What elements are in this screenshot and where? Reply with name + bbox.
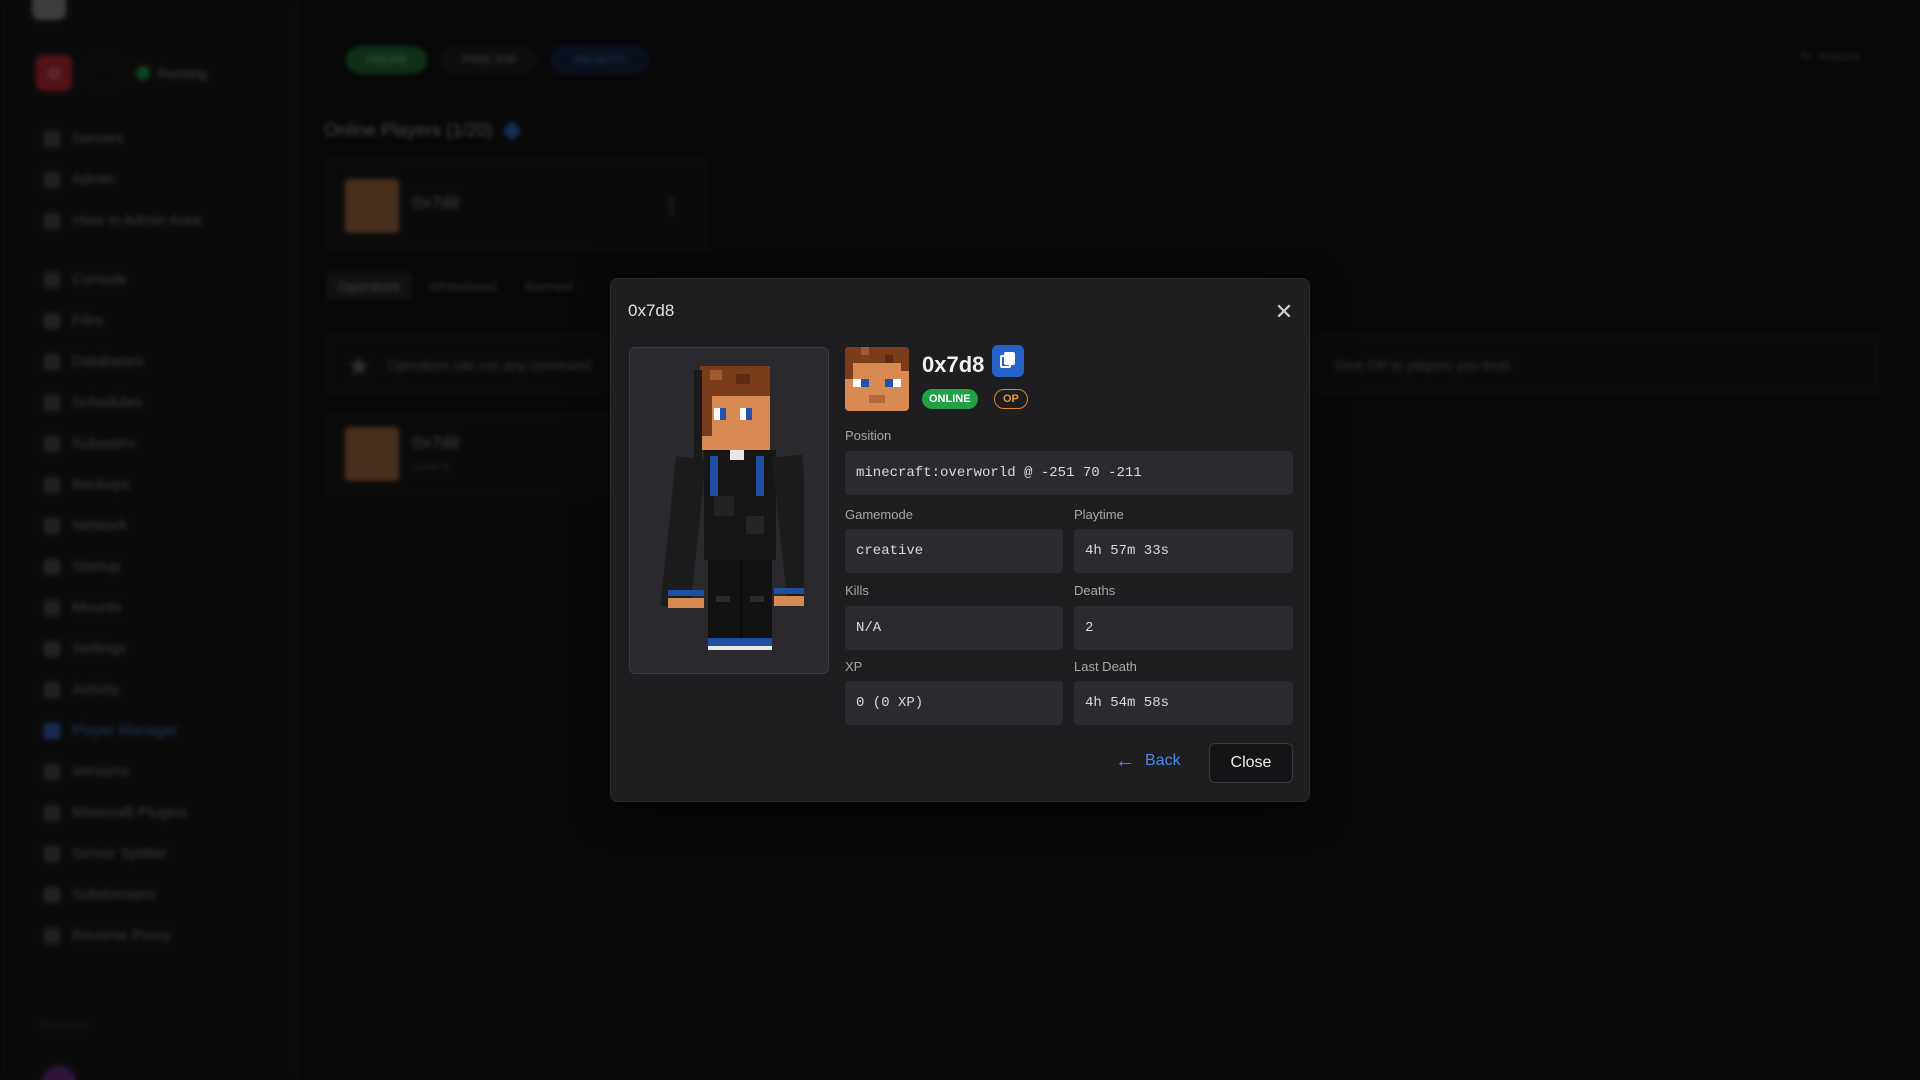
- dialog-title: 0x7d8: [628, 301, 675, 320]
- arrow-left-icon: ←: [1115, 750, 1135, 772]
- player-skin-render: [660, 366, 804, 650]
- close-icon[interactable]: ✕: [1273, 301, 1295, 323]
- gamemode-label: Gamemode: [845, 507, 913, 522]
- gamemode-value: creative: [845, 529, 1063, 573]
- last-death-value: 4h 54m 58s: [1074, 681, 1293, 725]
- kills-value: N/A: [845, 606, 1063, 650]
- player-skin-preview: [629, 347, 829, 674]
- xp-value: 0 (0 XP): [845, 681, 1063, 725]
- position-value: minecraft:overworld @ -251 70 -211: [845, 451, 1293, 495]
- playtime-value: 4h 57m 33s: [1074, 529, 1293, 573]
- online-badge: ONLINE: [922, 389, 978, 409]
- deaths-label: Deaths: [1074, 583, 1116, 598]
- position-label: Position: [845, 428, 892, 443]
- player-name: 0x7d8: [922, 352, 985, 377]
- back-button[interactable]: ← Back: [1103, 743, 1193, 779]
- playtime-label: Playtime: [1074, 507, 1124, 522]
- player-head-icon: [845, 347, 909, 411]
- deaths-value: 2: [1074, 606, 1293, 650]
- kills-label: Kills: [845, 583, 869, 598]
- copy-icon-front: [1004, 352, 1015, 365]
- copy-name-button[interactable]: [992, 345, 1024, 377]
- back-label: Back: [1145, 752, 1181, 769]
- last-death-label: Last Death: [1074, 659, 1137, 674]
- player-details-dialog: 0x7d8 ✕ 0x7d8 ONLINE OP Position minecra…: [610, 278, 1310, 802]
- close-button[interactable]: Close: [1209, 743, 1293, 783]
- xp-label: XP: [845, 659, 863, 674]
- op-badge: OP: [994, 389, 1028, 409]
